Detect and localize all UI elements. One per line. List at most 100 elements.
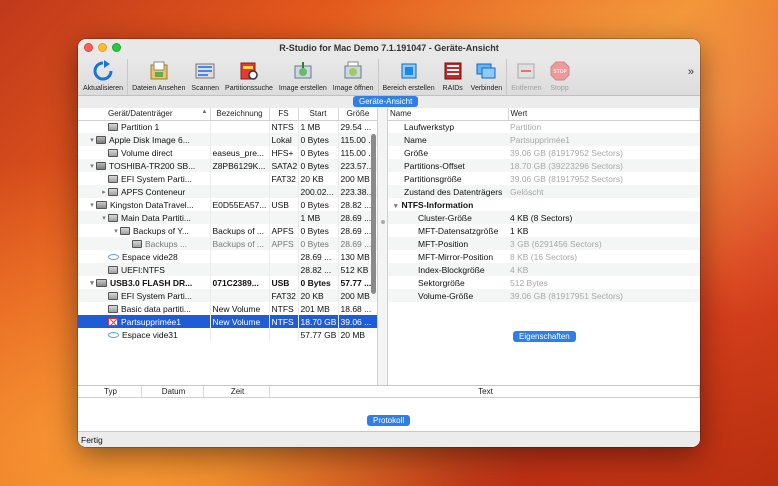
device-fs-cell: APFS	[269, 237, 299, 250]
disclosure-triangle-icon[interactable]: ▾	[88, 162, 96, 170]
device-row[interactable]: Espace vide31 57.77 GB 20 MB	[78, 328, 377, 341]
log-column-header[interactable]: Zeit	[204, 386, 270, 397]
property-name: Zustand des Datenträgers	[388, 185, 508, 198]
device-row[interactable]: ▾ Apple Disk Image 6... Lokal 0 Bytes 115.00…	[78, 133, 377, 146]
properties-column-header[interactable]: Wert	[508, 108, 700, 121]
property-section[interactable]: ▾ NTFS-Information	[388, 198, 700, 211]
property-row[interactable]: Name Partsupprimée1	[388, 133, 700, 146]
property-value: Partition	[510, 121, 542, 132]
toolbar-button-remove[interactable]: Entfernen	[508, 58, 544, 96]
minimize-window-button[interactable]	[98, 43, 107, 52]
device-row[interactable]: ▸ APFS Conteneur 200.02... 223.38...	[78, 185, 377, 198]
log-column-header[interactable]: Text	[270, 386, 700, 397]
device-row[interactable]: ▾ Kingston DataTravel... E0D55EA57... USB 0 …	[78, 198, 377, 211]
folder-files-icon	[147, 59, 171, 83]
toolbar-button-scan[interactable]: Scannen	[188, 58, 222, 96]
device-column-header[interactable]: Bezeichnung	[210, 108, 270, 121]
device-name: Basic data partiti...	[121, 303, 191, 314]
property-row[interactable]: Zustand des Datenträgers Gelöscht	[388, 185, 700, 198]
device-row[interactable]: Partsupprimée1 New Volume NTFS 18.70 GB 39.0…	[78, 315, 377, 328]
device-row[interactable]: Espace vide28 28.69 ... 130 MB	[78, 250, 377, 263]
device-tree-scrollbar[interactable]	[371, 134, 376, 294]
property-value: 18.70 GB (39223296 Sectors)	[508, 159, 700, 172]
toolbar-button-partition-search[interactable]: Partitionssuche	[222, 58, 276, 96]
device-row[interactable]: Basic data partiti... New Volume NTFS 201 M…	[78, 302, 377, 315]
device-row[interactable]: Partition 1 NTFS 1 MB 29.54 ...	[78, 120, 377, 133]
usb-drive-icon	[96, 200, 107, 209]
properties-column-header[interactable]: Name	[388, 108, 509, 121]
toolbar-button-stop[interactable]: STOP Stopp	[545, 58, 575, 96]
zoom-window-button[interactable]	[112, 43, 121, 52]
device-label-cell: easeus_pre...	[210, 146, 270, 159]
property-row[interactable]: MFT-Datensatzgröße 1 KB	[388, 224, 700, 237]
device-column-header[interactable]: Gerät/Datenträger ▲	[78, 108, 211, 121]
title-bar: R-Studio for Mac Demo 7.1.191047 - Gerät…	[78, 39, 700, 56]
device-fs-cell: NTFS	[269, 302, 299, 315]
device-name-cell: EFI System Parti...	[78, 289, 211, 302]
log-tab[interactable]: Protokoll	[367, 415, 411, 426]
toolbar-button-raid[interactable]: RAIDs	[438, 58, 468, 96]
chevron-down-icon[interactable]: ▾	[394, 203, 398, 210]
toolbar-button-open-image[interactable]: Image öffnen	[330, 58, 377, 96]
device-fs-cell: USB	[269, 276, 299, 289]
property-row[interactable]: Partitions-Offset 18.70 GB (39223296 Sect…	[388, 159, 700, 172]
pane-splitter[interactable]	[378, 108, 388, 385]
property-name: Sektorgröße	[418, 277, 465, 288]
property-row[interactable]: Cluster-Größe 4 KB (8 Sectors)	[388, 211, 700, 224]
property-row[interactable]: Index-Blockgröße 4 KB	[388, 263, 700, 276]
property-value: Gelöscht	[508, 185, 700, 198]
device-row[interactable]: Volume direct easeus_pre... HFS+ 0 Bytes 115…	[78, 146, 377, 159]
device-row[interactable]: ▾ Backups of Y... Backups of ... APFS 0 Byte…	[78, 224, 377, 237]
toolbar-button-create-image[interactable]: Image erstellen	[276, 58, 330, 96]
device-row[interactable]: UEFI:NTFS 28.82 ... 512 KB	[78, 263, 377, 276]
usb-drive-icon	[96, 278, 107, 287]
device-column-header[interactable]: FS	[269, 108, 299, 121]
device-row[interactable]: ▾ TOSHIBA-TR200 SB... Z8PB6129K... SATA2 0 B…	[78, 159, 377, 172]
log-column-header[interactable]: Datum	[142, 386, 204, 397]
toolbar-separator	[377, 59, 379, 95]
disclosure-triangle-icon[interactable]: ▾	[88, 136, 96, 144]
toolbar-button-label: Image erstellen	[278, 85, 327, 92]
disclosure-triangle-icon[interactable]: ▾	[100, 214, 108, 222]
device-row[interactable]: EFI System Parti... FAT32 20 KB 200 MB	[78, 172, 377, 185]
property-row[interactable]: Partitionsgröße 39.06 GB (81917952 Sector…	[388, 172, 700, 185]
device-name: EFI System Parti...	[121, 173, 192, 184]
property-row[interactable]: MFT-Position 3 GB (6291456 Sectors)	[388, 237, 700, 250]
toolbar-button-folder-files[interactable]: Dateien Ansehen	[129, 58, 188, 96]
device-row[interactable]: ▾ USB3.0 FLASH DR... 071C2389... USB 0 Bytes…	[78, 276, 377, 289]
toolbar-button-refresh[interactable]: Aktualisieren	[80, 58, 126, 96]
close-window-button[interactable]	[84, 43, 93, 52]
splitter-handle-icon[interactable]	[381, 220, 385, 224]
log-column-header[interactable]: Typ	[78, 386, 142, 397]
properties-tab[interactable]: Eigenschaften	[513, 331, 576, 342]
toolbar-button-label: Stopp	[550, 85, 569, 92]
property-row[interactable]: Sektorgröße 512 Bytes	[388, 276, 700, 289]
toolbar-button-connect[interactable]: Verbinden	[468, 58, 506, 96]
device-name: Partition 1	[121, 121, 160, 132]
property-name: MFT-Datensatzgröße	[418, 225, 499, 236]
device-name: Volume direct	[121, 147, 173, 158]
device-name-cell: ▾ Apple Disk Image 6...	[78, 133, 211, 146]
property-row[interactable]: Volume-Größe 39.06 GB (81917951 Sectors)	[388, 289, 700, 302]
disclosure-triangle-icon[interactable]: ▾	[88, 279, 96, 287]
device-column-header[interactable]: Start	[298, 108, 339, 121]
disclosure-triangle-icon[interactable]: ▸	[100, 188, 108, 196]
device-name: EFI System Parti...	[121, 290, 192, 301]
device-view-tab[interactable]: Geräte-Ansicht	[353, 96, 419, 107]
disclosure-triangle-icon[interactable]: ▾	[112, 227, 120, 235]
device-column-header[interactable]: Größe	[338, 108, 377, 121]
device-label-cell: Z8PB6129K...	[210, 159, 270, 172]
property-row[interactable]: Laufwerkstyp Partition	[388, 120, 700, 133]
property-row[interactable]: Größe 39.06 GB (81917952 Sectors)	[388, 146, 700, 159]
properties-table: Name Wert Laufwerkstyp Partition Name Partsu…	[388, 108, 700, 302]
disclosure-triangle-icon[interactable]: ▾	[88, 201, 96, 209]
toolbar-overflow-button[interactable]: »	[688, 58, 698, 78]
open-image-icon	[341, 59, 365, 83]
device-row[interactable]: Backups ... Backups of ... APFS 0 Bytes 28.6…	[78, 237, 377, 250]
property-row[interactable]: MFT-Mirror-Position 8 KB (16 Sectors)	[388, 250, 700, 263]
device-row[interactable]: ▾ Main Data Partiti... 1 MB 28.69 ...	[78, 211, 377, 224]
device-start-cell: 0 Bytes	[298, 133, 339, 146]
device-row[interactable]: EFI System Parti... FAT32 20 KB 200 MB	[78, 289, 377, 302]
properties-pane: Name Wert Laufwerkstyp Partition Name Partsu…	[388, 108, 700, 385]
toolbar-button-create-region[interactable]: Bereich erstellen	[380, 58, 438, 96]
